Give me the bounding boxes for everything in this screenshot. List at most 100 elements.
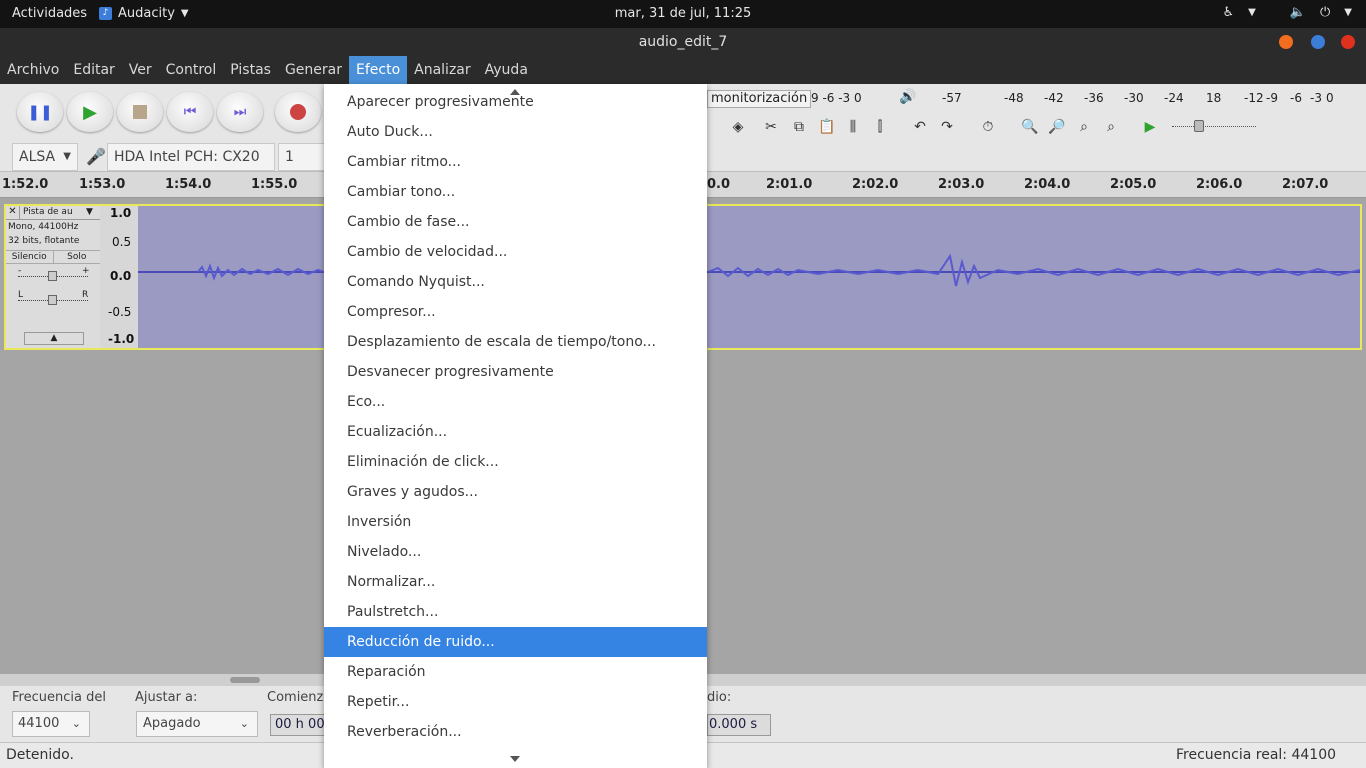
menu-pistas[interactable]: Pistas xyxy=(223,56,278,84)
sync-lock-icon[interactable]: ⏱ xyxy=(977,116,999,138)
menu-item-eliminacion-de-click[interactable]: Eliminación de click... xyxy=(324,447,707,477)
menu-editar[interactable]: Editar xyxy=(66,56,121,84)
menu-item-aparecer-progresivamente[interactable]: Aparecer progresivamente xyxy=(324,87,707,117)
activities-button[interactable]: Actividades xyxy=(12,6,87,21)
close-button[interactable] xyxy=(1341,35,1355,49)
record-meter-monitor[interactable]: monitorización xyxy=(707,90,812,108)
audio-host-value: ALSA xyxy=(19,149,56,165)
menu-item-reparacion[interactable]: Reparación xyxy=(324,657,707,687)
window-title-bar[interactable]: audio_edit_7 xyxy=(0,28,1366,56)
menu-efecto[interactable]: Efecto xyxy=(349,56,408,84)
system-status-area[interactable]: ♿ ▼ 🔈 ⏻ ▼ xyxy=(1222,5,1352,20)
menu-item-graves-y-agudos[interactable]: Graves y agudos... xyxy=(324,477,707,507)
volume-slider-handle[interactable]: ◈ xyxy=(727,116,749,138)
record-meter-ticks: 9 -6 -3 0 xyxy=(811,91,862,105)
meter-tick: -48 xyxy=(1004,91,1024,105)
menu-item-eco[interactable]: Eco... xyxy=(324,387,707,417)
scroll-down-icon[interactable] xyxy=(510,756,520,762)
menu-item-reverberacion[interactable]: Reverberación... xyxy=(324,717,707,747)
menu-item-ecualizacion[interactable]: Ecualización... xyxy=(324,417,707,447)
ruler-tick-label: 1:55.0 xyxy=(251,177,298,192)
scale-label: 1.0 xyxy=(110,206,132,220)
accessibility-icon[interactable]: ♿ xyxy=(1222,5,1234,20)
track-format-line1: Mono, 44100Hz xyxy=(8,222,79,232)
menu-item-paulstretch[interactable]: Paulstretch... xyxy=(324,597,707,627)
menu-item-compresor[interactable]: Compresor... xyxy=(324,297,707,327)
skip-to-start-icon: ⏮ xyxy=(183,104,197,120)
record-button[interactable] xyxy=(275,92,321,132)
collapse-track-button[interactable]: ▲ xyxy=(24,332,84,345)
playback-meter[interactable]: -57 -48 -42 -36 -30 -24 18 -12 -9 -6 -3 … xyxy=(928,86,1338,110)
pan-slider-handle[interactable] xyxy=(48,295,57,305)
recording-device-select[interactable]: HDA Intel PCH: CX20 xyxy=(107,143,275,171)
menu-item-cambiar-ritmo[interactable]: Cambiar ritmo... xyxy=(324,147,707,177)
mute-button[interactable]: Silencio xyxy=(6,251,54,263)
silence-icon[interactable]: ⫿ xyxy=(869,116,891,138)
menu-ver[interactable]: Ver xyxy=(122,56,159,84)
app-menu[interactable]: ♪ Audacity ▼ xyxy=(99,6,189,21)
selection-start-field[interactable]: 00 h 00 xyxy=(270,714,326,736)
ruler-tick-label: 2:01.0 xyxy=(766,177,813,192)
menu-control[interactable]: Control xyxy=(159,56,224,84)
clock[interactable]: mar, 31 de jul, 11:25 xyxy=(0,6,1366,21)
undo-icon[interactable]: ↶ xyxy=(909,116,931,138)
menu-item-cambiar-tono[interactable]: Cambiar tono... xyxy=(324,177,707,207)
skip-start-button[interactable]: ⏮ xyxy=(167,92,213,132)
snap-select[interactable]: Apagado ⌄ xyxy=(136,711,258,737)
audio-host-select[interactable]: ALSA ▼ xyxy=(12,143,78,171)
menu-item-comando-nyquist[interactable]: Comando Nyquist... xyxy=(324,267,707,297)
menu-ayuda[interactable]: Ayuda xyxy=(478,56,535,84)
menu-item-nivelado[interactable]: Nivelado... xyxy=(324,537,707,567)
menu-analizar[interactable]: Analizar xyxy=(407,56,478,84)
menu-item-inversion[interactable]: Inversión xyxy=(324,507,707,537)
chevron-down-icon[interactable]: ▼ xyxy=(86,206,100,219)
track-name[interactable]: Pista de au xyxy=(20,206,86,219)
zoom-out-icon[interactable]: 🔎 xyxy=(1046,116,1068,138)
zoom-in-icon[interactable]: 🔍 xyxy=(1019,116,1041,138)
scale-label: 0.0 xyxy=(110,269,132,283)
track-control-panel[interactable]: ✕ Pista de au ▼ Mono, 44100Hz 32 bits, f… xyxy=(6,206,100,348)
status-text: Detenido. xyxy=(6,747,74,763)
stop-button[interactable] xyxy=(117,92,163,132)
menu-item-desplazamiento-escala[interactable]: Desplazamiento de escala de tiempo/tono.… xyxy=(324,327,707,357)
menu-item-desvanecer-progresivamente[interactable]: Desvanecer progresivamente xyxy=(324,357,707,387)
trim-icon[interactable]: ⫼ xyxy=(842,116,864,138)
play-speed-slider[interactable] xyxy=(1172,118,1256,134)
recording-channels-value: 1 cana xyxy=(285,149,294,165)
selection-end-field[interactable]: 0.000 s xyxy=(707,714,771,736)
copy-icon[interactable]: ⧉ xyxy=(788,116,810,138)
skip-end-button[interactable]: ⏭ xyxy=(217,92,263,132)
redo-icon[interactable]: ↷ xyxy=(936,116,958,138)
actual-rate-text: Frecuencia real: 44100 xyxy=(1176,747,1337,763)
project-rate-select[interactable]: 44100 ⌄ xyxy=(12,711,90,737)
track-close-icon[interactable]: ✕ xyxy=(6,206,20,219)
gain-slider-handle[interactable] xyxy=(48,271,57,281)
play-button[interactable]: ▶ xyxy=(67,92,113,132)
menu-item-reduccion-de-ruido[interactable]: Reducción de ruido... xyxy=(324,627,707,657)
menu-item-repetir[interactable]: Repetir... xyxy=(324,687,707,717)
minimize-button[interactable] xyxy=(1279,35,1293,49)
recording-channels-select[interactable]: 1 cana xyxy=(278,143,328,171)
slider-handle[interactable] xyxy=(1194,120,1204,132)
waveform-graphic xyxy=(138,253,1361,287)
fit-selection-icon[interactable]: ⌕ xyxy=(1073,116,1095,138)
menu-item-auto-duck[interactable]: Auto Duck... xyxy=(324,117,707,147)
menu-item-cambio-de-velocidad[interactable]: Cambio de velocidad... xyxy=(324,237,707,267)
menu-generar[interactable]: Generar xyxy=(278,56,349,84)
vertical-scale[interactable]: 1.0 0.5 0.0 -0.5 -1.0 xyxy=(100,206,138,348)
scrollbar-thumb[interactable] xyxy=(230,677,260,683)
pause-button[interactable]: ❚❚ xyxy=(17,92,63,132)
scale-label: -1.0 xyxy=(108,332,135,346)
play-at-speed-icon[interactable]: ▶ xyxy=(1139,116,1161,138)
menu-item-normalizar[interactable]: Normalizar... xyxy=(324,567,707,597)
maximize-button[interactable] xyxy=(1311,35,1325,49)
system-top-bar: Actividades ♪ Audacity ▼ mar, 31 de jul,… xyxy=(0,0,1366,28)
paste-icon[interactable]: 📋 xyxy=(816,116,838,138)
audacity-app-icon: ♪ xyxy=(99,7,112,20)
fit-project-icon[interactable]: ⌕ xyxy=(1100,116,1122,138)
waveform[interactable] xyxy=(138,206,1361,348)
menu-archivo[interactable]: Archivo xyxy=(0,56,66,84)
solo-button[interactable]: Solo xyxy=(54,251,101,263)
cut-icon[interactable]: ✂ xyxy=(760,116,782,138)
menu-item-cambio-de-fase[interactable]: Cambio de fase... xyxy=(324,207,707,237)
